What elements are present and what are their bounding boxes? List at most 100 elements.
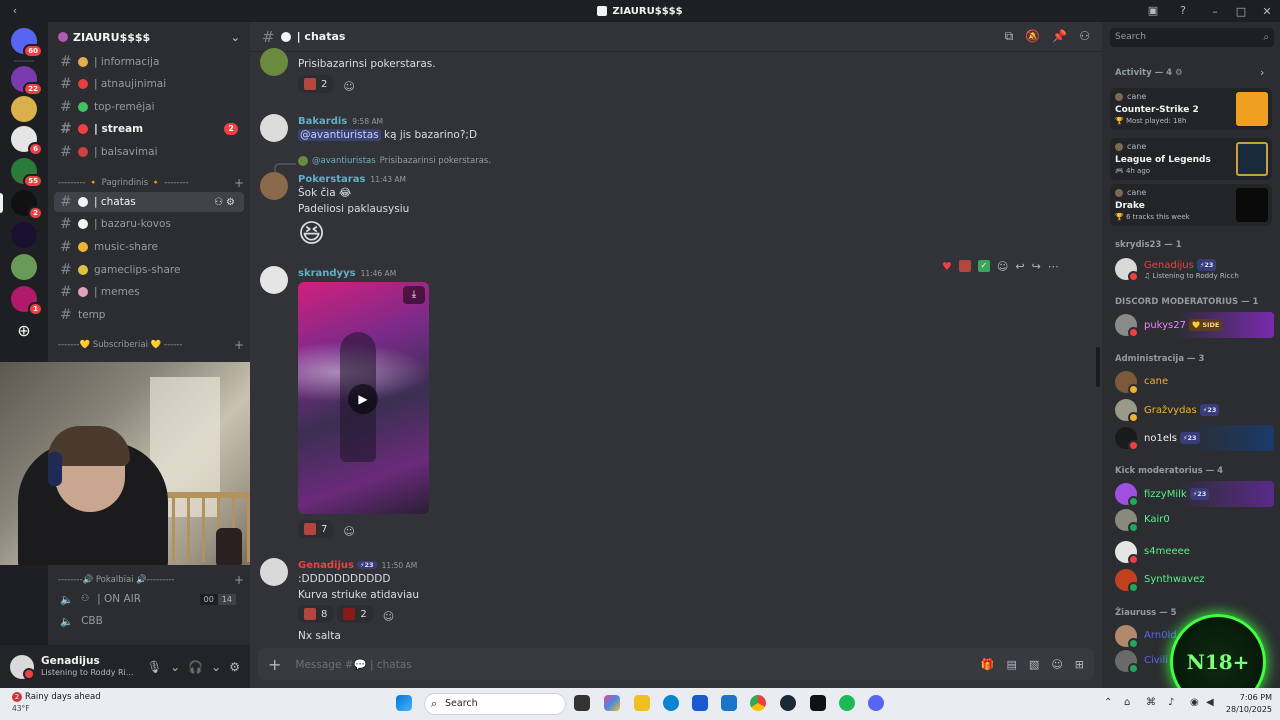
steam-icon[interactable] xyxy=(780,695,796,711)
weather-widget[interactable]: 2 Rainy days ahead 43°F xyxy=(12,692,101,714)
message-author[interactable]: skrandyys xyxy=(298,268,356,279)
mute-bell-icon[interactable]: 🔕 xyxy=(1025,29,1040,44)
server-icon[interactable]: 55 xyxy=(11,158,43,188)
task-view-icon[interactable] xyxy=(574,695,590,711)
avatar[interactable] xyxy=(260,558,288,586)
activity-card[interactable]: cane League of Legends 🎮 4h ago xyxy=(1110,138,1272,180)
channel-chatas[interactable]: # | chatas ⚇⚙ xyxy=(54,192,244,212)
member-item[interactable]: s4meeee xyxy=(1110,539,1274,565)
channel-music-share[interactable]: # music-share xyxy=(54,237,244,257)
voice-channel-on-air[interactable]: 🔈 ⚇ | ON AIR 00 14 xyxy=(54,589,244,609)
member-item[interactable]: Kair0 xyxy=(1110,507,1274,533)
member-item[interactable]: cane xyxy=(1110,369,1274,395)
reaction[interactable]: 2 xyxy=(298,75,334,93)
help-icon[interactable]: ? xyxy=(1176,4,1190,18)
emoji-icon[interactable]: ☺ xyxy=(1051,658,1062,671)
chrome-icon[interactable] xyxy=(750,695,766,711)
voice-channel-cbb[interactable]: 🔈 CBB xyxy=(54,611,244,631)
chevron-down-icon[interactable]: ⌄ xyxy=(170,660,180,674)
reaction[interactable]: 7 xyxy=(298,520,334,538)
category-pokalbiai[interactable]: --------🔊 Pokalbiai 🔊--------- + xyxy=(58,573,244,587)
chevron-down-icon[interactable]: ⌄ xyxy=(211,660,221,674)
scrollbar[interactable] xyxy=(1096,347,1100,387)
tray-app-icon[interactable]: ⌘ xyxy=(1146,697,1156,708)
check-reaction-icon[interactable]: ✓ xyxy=(977,260,990,272)
tray-chevron-icon[interactable]: ⌃ xyxy=(1104,697,1112,708)
video-attachment[interactable]: ▶ ⤓ xyxy=(298,282,429,514)
add-server-icon[interactable]: ⊕ xyxy=(11,318,37,344)
spotify-icon[interactable] xyxy=(839,695,855,711)
add-channel-icon[interactable]: + xyxy=(234,338,244,352)
member-item[interactable]: Gražvydas ⚡23 xyxy=(1110,397,1274,423)
server-icon[interactable] xyxy=(11,96,37,122)
server-icon[interactable]: 22 xyxy=(11,66,43,96)
discord-icon[interactable] xyxy=(868,695,884,711)
guild-header[interactable]: ZIAURU$$$$ ⌄ xyxy=(48,22,250,52)
server-icon-active[interactable]: 2 xyxy=(0,190,43,220)
headphones-icon[interactable]: 🎧 xyxy=(188,660,203,674)
heart-reaction-icon[interactable]: ♥ xyxy=(942,260,952,273)
channel-atnaujinimai[interactable]: # | atnaujinimai xyxy=(54,74,244,94)
category-subscriberiai[interactable]: -------💛 Subscriberiai 💛 ------ + xyxy=(58,338,244,352)
activity-card[interactable]: cane Drake 🏆 6 tracks this week xyxy=(1110,184,1272,226)
server-icon[interactable] xyxy=(11,254,37,280)
mic-tray-icon[interactable]: ♪ xyxy=(1168,697,1174,708)
outlook-icon[interactable] xyxy=(721,695,737,711)
edge-icon[interactable] xyxy=(663,695,679,711)
inbox-icon[interactable]: ▣ xyxy=(1146,4,1160,18)
reply-reference[interactable]: @avantiuristas Prisibazarinsi pokerstaras… xyxy=(273,156,491,173)
add-reaction-button[interactable]: ☺ xyxy=(377,608,400,626)
channel-bazaru-kovos[interactable]: # | bazaru-kovos xyxy=(54,214,244,234)
taskbar-search[interactable]: Search xyxy=(424,693,566,715)
home-button[interactable]: 60 xyxy=(11,28,43,58)
add-channel-icon[interactable]: + xyxy=(234,573,244,587)
channel-settings-icons[interactable]: ⚇⚙ xyxy=(214,197,238,208)
add-channel-icon[interactable]: + xyxy=(234,176,244,190)
avatar[interactable] xyxy=(260,172,288,200)
attach-plus-icon[interactable]: + xyxy=(268,655,281,674)
channel-memes[interactable]: # | memes xyxy=(54,282,244,302)
threads-icon[interactable]: ⧉ xyxy=(1005,29,1014,44)
taskbar-clock[interactable]: 7:06 PM 28/10/2025 xyxy=(1226,692,1272,716)
back-arrow-icon[interactable]: ‹ xyxy=(8,4,22,18)
avatar[interactable] xyxy=(10,654,35,680)
gear-icon[interactable]: ⚙ xyxy=(229,660,240,674)
message-author[interactable]: Bakardis xyxy=(298,116,347,127)
forward-icon[interactable]: ↪ xyxy=(1032,260,1041,273)
file-explorer-icon[interactable] xyxy=(634,695,650,711)
member-item[interactable]: Synthwavez xyxy=(1110,567,1274,593)
server-icon[interactable]: 6 xyxy=(11,126,43,156)
copilot-icon[interactable] xyxy=(604,695,620,711)
chevron-right-icon[interactable]: › xyxy=(1260,66,1264,79)
sticker-icon[interactable]: ▧ xyxy=(1029,658,1039,671)
channel-balsavimai[interactable]: # | balsavimai xyxy=(54,142,244,162)
activity-header[interactable]: Activity — 4 ⚙ xyxy=(1115,68,1183,78)
pin-icon[interactable]: 📌 xyxy=(1052,29,1067,44)
volume-icon[interactable]: ◀ xyxy=(1206,697,1214,708)
message-author[interactable]: Pokerstaras xyxy=(298,174,365,185)
close-icon[interactable]: ✕ xyxy=(1254,5,1280,18)
reply-icon[interactable]: ↩ xyxy=(1015,260,1024,273)
windows-start-icon[interactable] xyxy=(396,695,412,711)
gif-icon[interactable]: ▤ xyxy=(1007,658,1017,671)
gift-icon[interactable]: 🎁 xyxy=(981,658,995,671)
member-list-icon[interactable]: ⚇ xyxy=(1079,29,1090,44)
avatar[interactable] xyxy=(260,266,288,294)
message-composer[interactable]: + Message #💬 | chatas 🎁 ▤ ▧ ☺ ⊞ xyxy=(258,648,1094,680)
avatar[interactable] xyxy=(260,114,288,142)
network-icon[interactable]: ⌂ xyxy=(1124,697,1130,708)
quick-reaction-icon[interactable] xyxy=(958,260,971,272)
more-options-icon[interactable]: ⋯ xyxy=(1048,260,1059,273)
channel-top-remejai[interactable]: # top-remėjai xyxy=(54,97,244,117)
add-reaction-button[interactable]: ☺ xyxy=(337,78,360,96)
member-item[interactable]: no1els ⚡23 xyxy=(1110,425,1274,451)
activity-card[interactable]: cane Counter-Strike 2 🏆 Most played: 18h xyxy=(1110,88,1272,130)
download-icon[interactable]: ⤓ xyxy=(403,286,425,304)
message-author[interactable]: Genadijus xyxy=(298,560,354,571)
user-mention[interactable]: @avantiuristas xyxy=(298,129,381,141)
add-reaction-button[interactable]: ☺ xyxy=(337,523,360,541)
play-icon[interactable]: ▶ xyxy=(348,384,378,414)
minimize-icon[interactable]: – xyxy=(1202,5,1228,18)
maximize-icon[interactable]: □ xyxy=(1228,5,1254,18)
apps-icon[interactable]: ⊞ xyxy=(1075,658,1084,671)
